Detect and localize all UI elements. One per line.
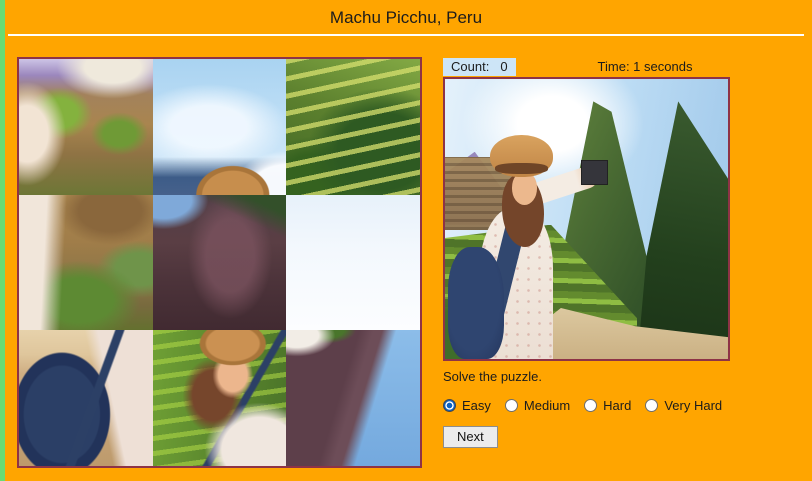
puzzle-tile-sky-cloud-hat[interactable]	[152, 59, 287, 195]
reference-image	[443, 77, 730, 361]
reference-backpack-shape	[447, 247, 505, 359]
radio-very-hard-label[interactable]: Very Hard	[664, 398, 722, 413]
puzzle-tile-woman-face-hat[interactable]	[152, 330, 287, 466]
radio-hard-circle[interactable]	[584, 399, 598, 412]
count-value: 0	[500, 58, 508, 74]
puzzle-tile-backpack-dress[interactable]	[19, 330, 153, 466]
radio-easy-label[interactable]: Easy	[462, 398, 491, 413]
next-button[interactable]: Next	[443, 426, 498, 448]
header: Machu Picchu, Peru	[0, 0, 812, 36]
radio-hard-label[interactable]: Hard	[603, 398, 631, 413]
puzzle-tile-person-ruins-top[interactable]	[19, 59, 153, 195]
reference-camera-shape	[580, 160, 609, 185]
radio-very-hard-circle[interactable]	[645, 399, 659, 412]
radio-medium[interactable]: Medium	[504, 398, 570, 413]
count-label: Count:	[451, 58, 490, 74]
right-panel: Count: 0 Time: 1 seconds Solve the puzzl…	[443, 57, 763, 448]
radio-hard[interactable]: Hard	[584, 398, 631, 413]
puzzle-tile-green-terraces[interactable]	[286, 59, 420, 195]
stats-row: Count: 0 Time: 1 seconds	[443, 57, 763, 76]
radio-easy[interactable]: Easy	[443, 398, 491, 413]
puzzle-grid	[17, 57, 422, 468]
puzzle-tile-pale-sky[interactable]	[286, 194, 420, 331]
time-text: Time: 1 seconds	[597, 59, 693, 74]
reference-hat-band-shape	[494, 163, 549, 175]
radio-medium-label[interactable]: Medium	[524, 398, 570, 413]
puzzle-tile-dark-cliff[interactable]	[152, 194, 287, 331]
header-divider	[8, 34, 804, 36]
difficulty-options: Easy Medium Hard Very Hard	[443, 398, 763, 413]
radio-very-hard[interactable]: Very Hard	[645, 398, 722, 413]
left-edge-stripe	[0, 0, 5, 481]
count-badge: Count: 0	[443, 57, 516, 76]
page-title: Machu Picchu, Peru	[329, 8, 483, 27]
instruction-text: Solve the puzzle.	[443, 369, 543, 384]
puzzle-tile-sleeve-ruins-stairs[interactable]	[19, 194, 153, 331]
radio-easy-circle[interactable]	[443, 399, 456, 412]
radio-medium-circle[interactable]	[504, 399, 518, 412]
puzzle-tile-mountain-slope-sky[interactable]	[286, 330, 420, 466]
